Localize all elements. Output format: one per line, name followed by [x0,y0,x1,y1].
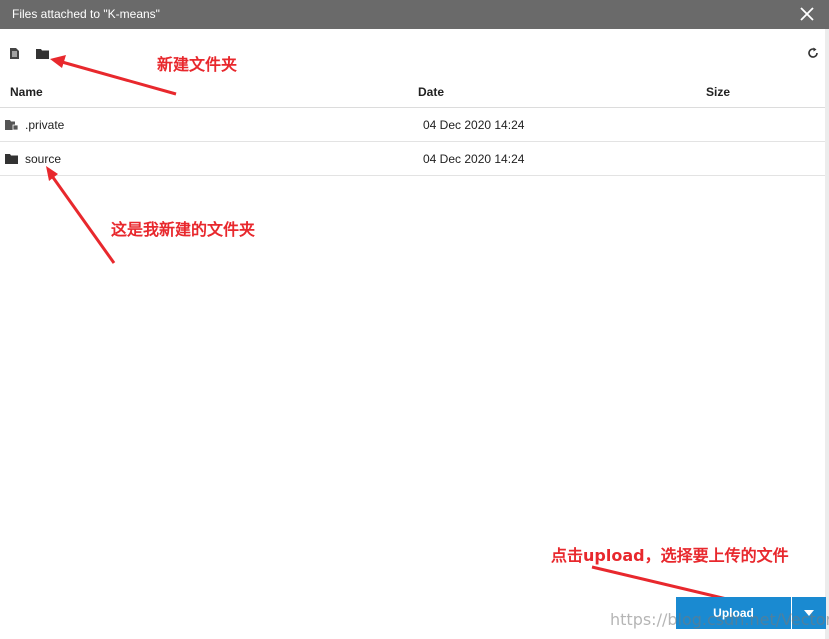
column-date[interactable]: Date [418,85,444,99]
file-table-header: Name Date Size [0,79,825,108]
watermark: https://blog.csdn.net/Vector97 [610,610,829,629]
table-row[interactable]: source 04 Dec 2020 14:24 [0,142,825,176]
folder-icon [5,154,18,164]
dialog-title: Files attached to "K-means" [12,7,160,21]
table-row[interactable]: .private 04 Dec 2020 14:24 [0,108,825,142]
locked-folder-icon [5,120,18,130]
new-folder-icon[interactable] [36,48,49,59]
close-icon[interactable] [799,6,815,22]
column-size[interactable]: Size [706,85,730,99]
annotation-upload-hint: 点击upload，选择要上传的文件 [551,546,789,565]
annotation-my-folder: 这是我新建的文件夹 [111,220,256,239]
refresh-icon[interactable] [807,47,819,59]
new-file-icon[interactable] [9,47,20,60]
column-name[interactable]: Name [10,85,43,99]
file-name[interactable]: source [25,152,61,166]
file-date: 04 Dec 2020 14:24 [423,152,525,166]
file-name[interactable]: .private [25,118,64,132]
file-date: 04 Dec 2020 14:24 [423,118,525,132]
scrollbar[interactable] [825,29,829,639]
dialog-titlebar: Files attached to "K-means" [0,0,829,29]
annotation-new-folder: 新建文件夹 [157,55,238,74]
